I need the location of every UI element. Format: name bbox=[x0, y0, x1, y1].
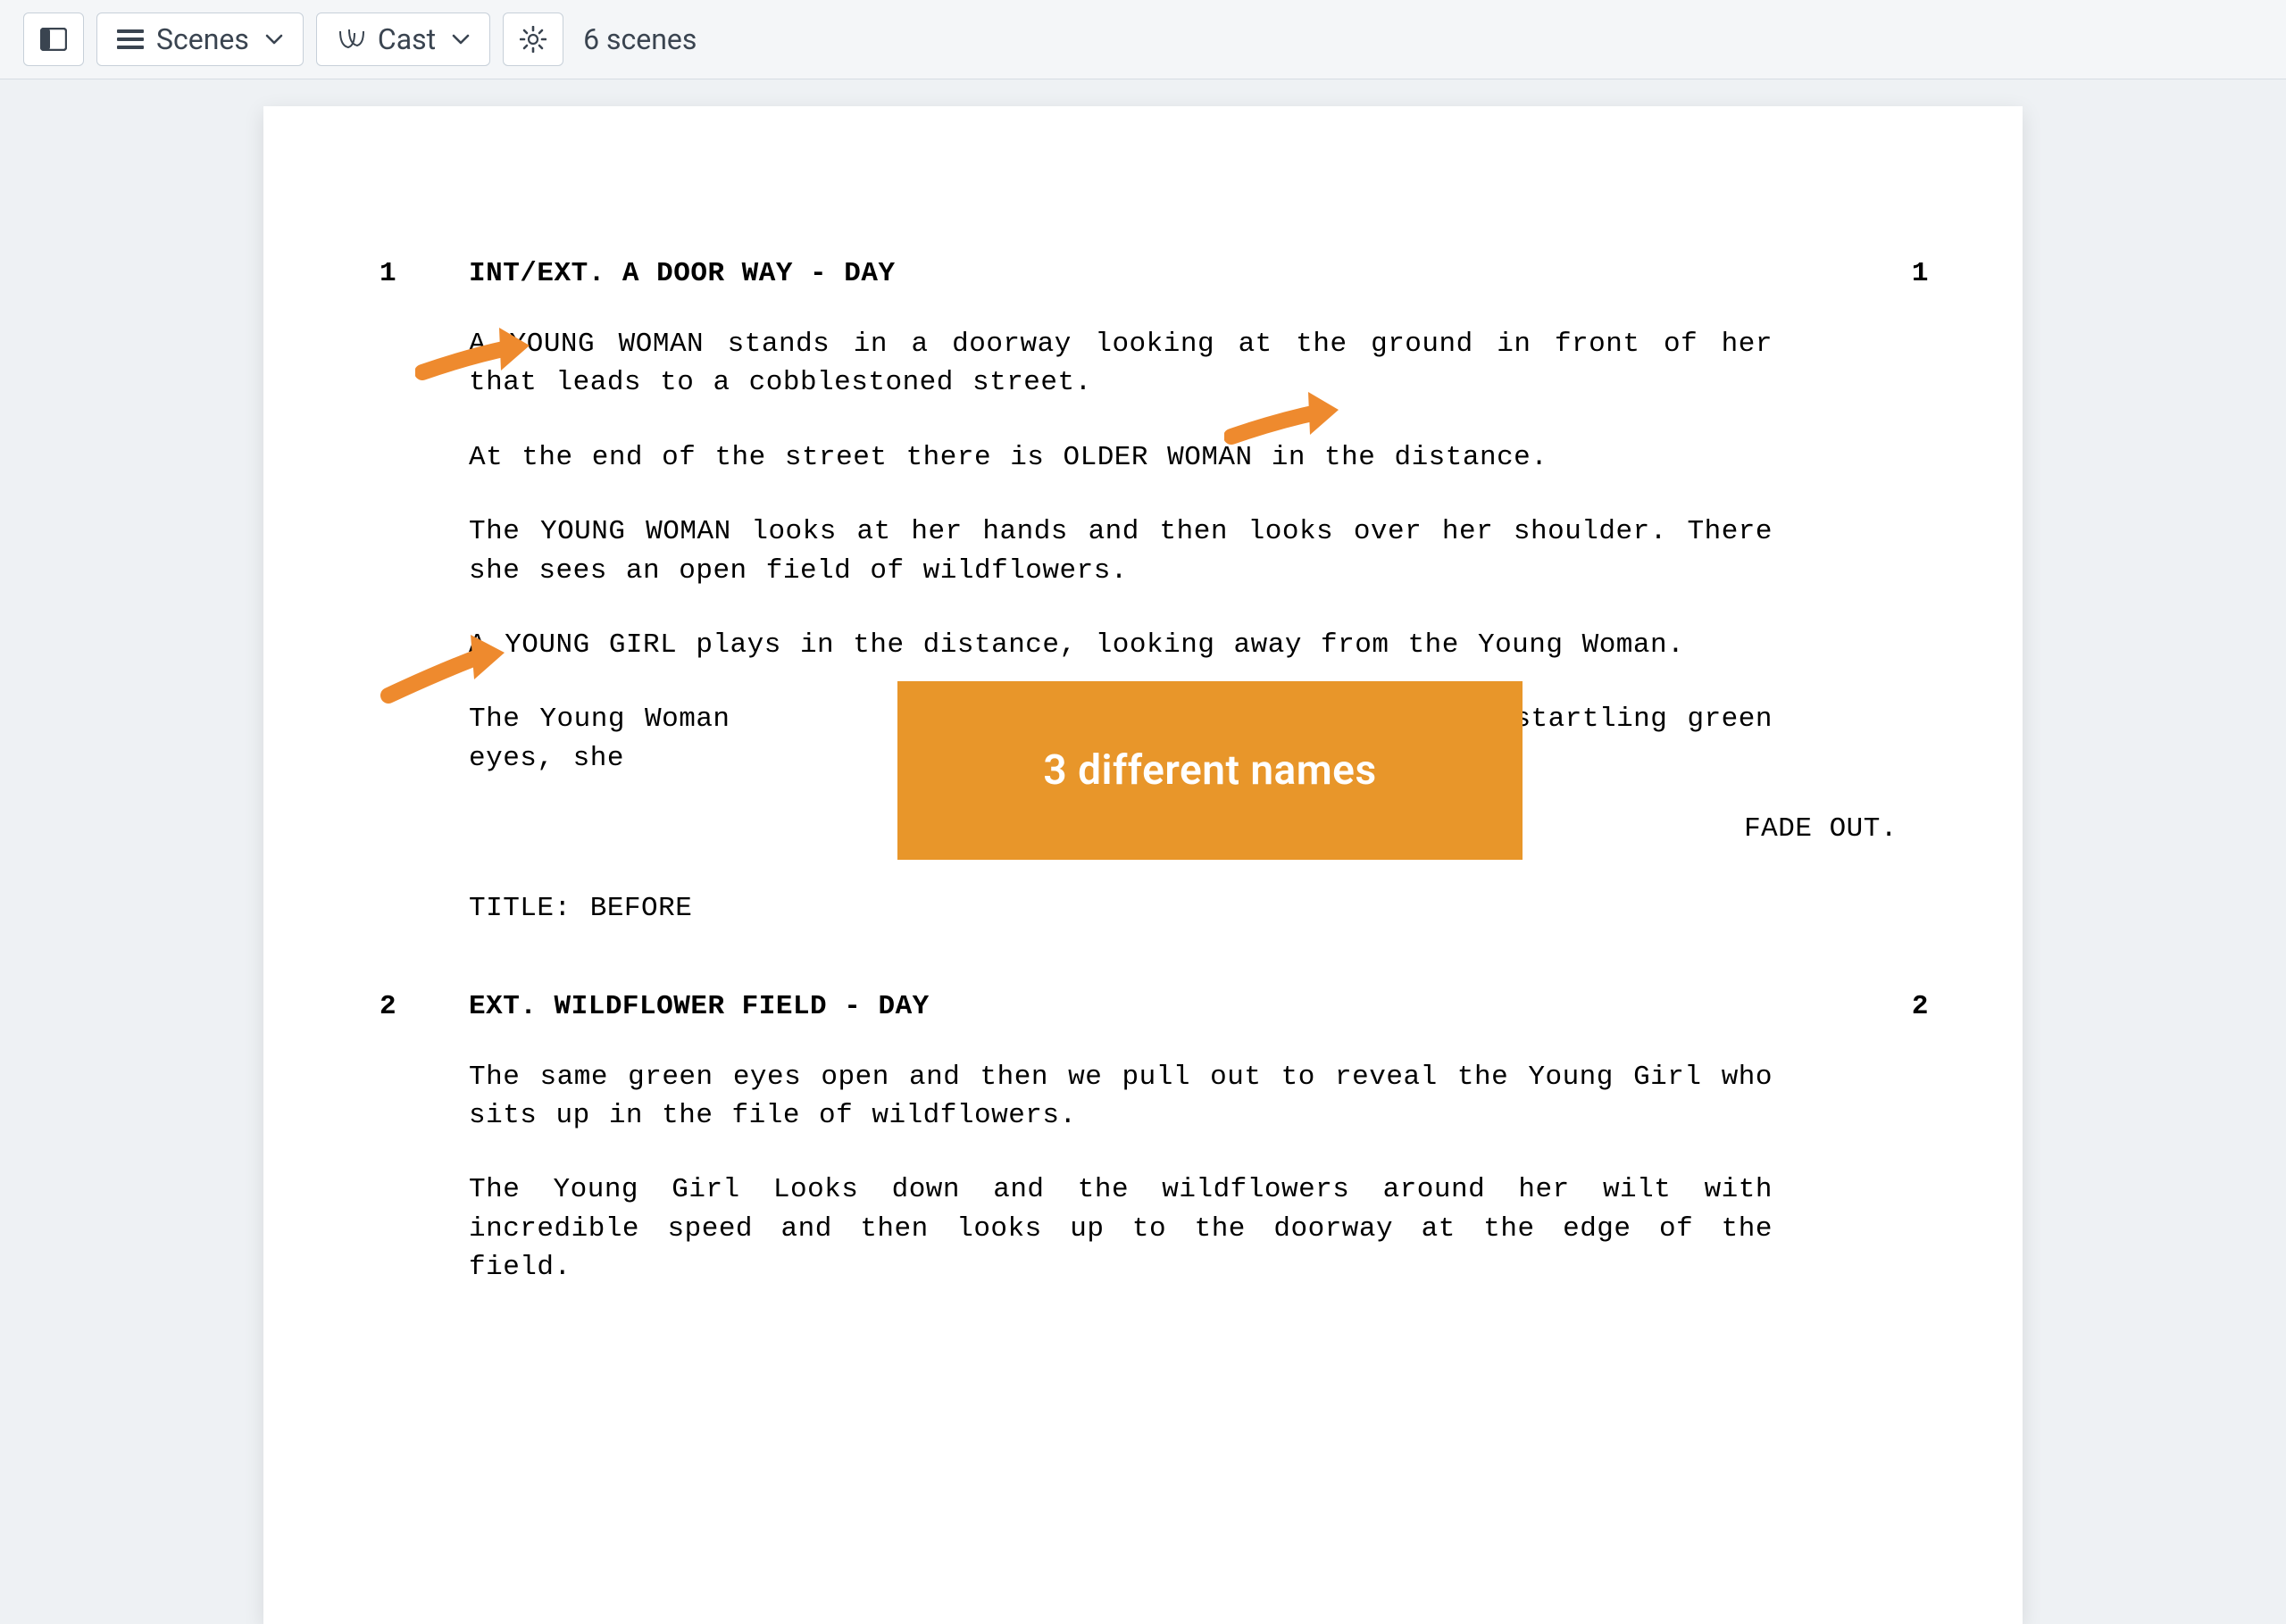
scene-number-left: 1 bbox=[380, 258, 396, 289]
scene-heading[interactable]: INT/EXT. A DOOR WAY - DAY bbox=[469, 258, 1844, 289]
action-line[interactable]: The YOUNG WOMAN looks at her hands and t… bbox=[469, 512, 1773, 590]
chevron-down-icon bbox=[265, 33, 283, 46]
scene-count-status: 6 scenes bbox=[583, 22, 697, 56]
gear-icon bbox=[520, 26, 546, 53]
annotation-text: 3 different names bbox=[1043, 746, 1376, 795]
action-line[interactable]: At the end of the street there is OLDER … bbox=[469, 438, 1773, 477]
action-line[interactable]: A YOUNG WOMAN stands in a doorway lookin… bbox=[469, 325, 1773, 403]
workspace: 1 1 INT/EXT. A DOOR WAY - DAY A YOUNG WO… bbox=[0, 79, 2286, 1624]
scene-block: 2 2 EXT. WILDFLOWER FIELD - DAY The same… bbox=[388, 991, 1844, 1287]
annotation-callout: 3 different names bbox=[897, 681, 1523, 860]
action-line[interactable]: The same green eyes open and then we pul… bbox=[469, 1058, 1773, 1136]
toolbar: Scenes Cast 6 scenes bbox=[0, 0, 2286, 79]
scenes-label: Scenes bbox=[156, 22, 249, 56]
scene-number-right: 2 bbox=[1912, 991, 1929, 1022]
cast-label: Cast bbox=[378, 22, 436, 56]
scene-heading[interactable]: EXT. WILDFLOWER FIELD - DAY bbox=[469, 991, 1844, 1022]
cast-dropdown[interactable]: Cast bbox=[316, 12, 490, 66]
settings-button[interactable] bbox=[503, 12, 563, 66]
panel-icon bbox=[40, 28, 67, 51]
list-icon bbox=[117, 29, 144, 50]
script-page: 1 1 INT/EXT. A DOOR WAY - DAY A YOUNG WO… bbox=[263, 106, 2023, 1624]
scene-number-left: 2 bbox=[380, 991, 396, 1022]
scenes-dropdown[interactable]: Scenes bbox=[96, 12, 304, 66]
masks-icon bbox=[337, 28, 365, 51]
scene-number-right: 1 bbox=[1912, 258, 1929, 289]
chevron-down-icon bbox=[452, 33, 470, 46]
panel-toggle-button[interactable] bbox=[23, 12, 84, 66]
title-card[interactable]: TITLE: BEFORE bbox=[469, 889, 1773, 928]
action-line[interactable]: The Young Girl Looks down and the wildfl… bbox=[469, 1170, 1773, 1287]
action-line[interactable]: A YOUNG GIRL plays in the distance, look… bbox=[469, 626, 1773, 664]
